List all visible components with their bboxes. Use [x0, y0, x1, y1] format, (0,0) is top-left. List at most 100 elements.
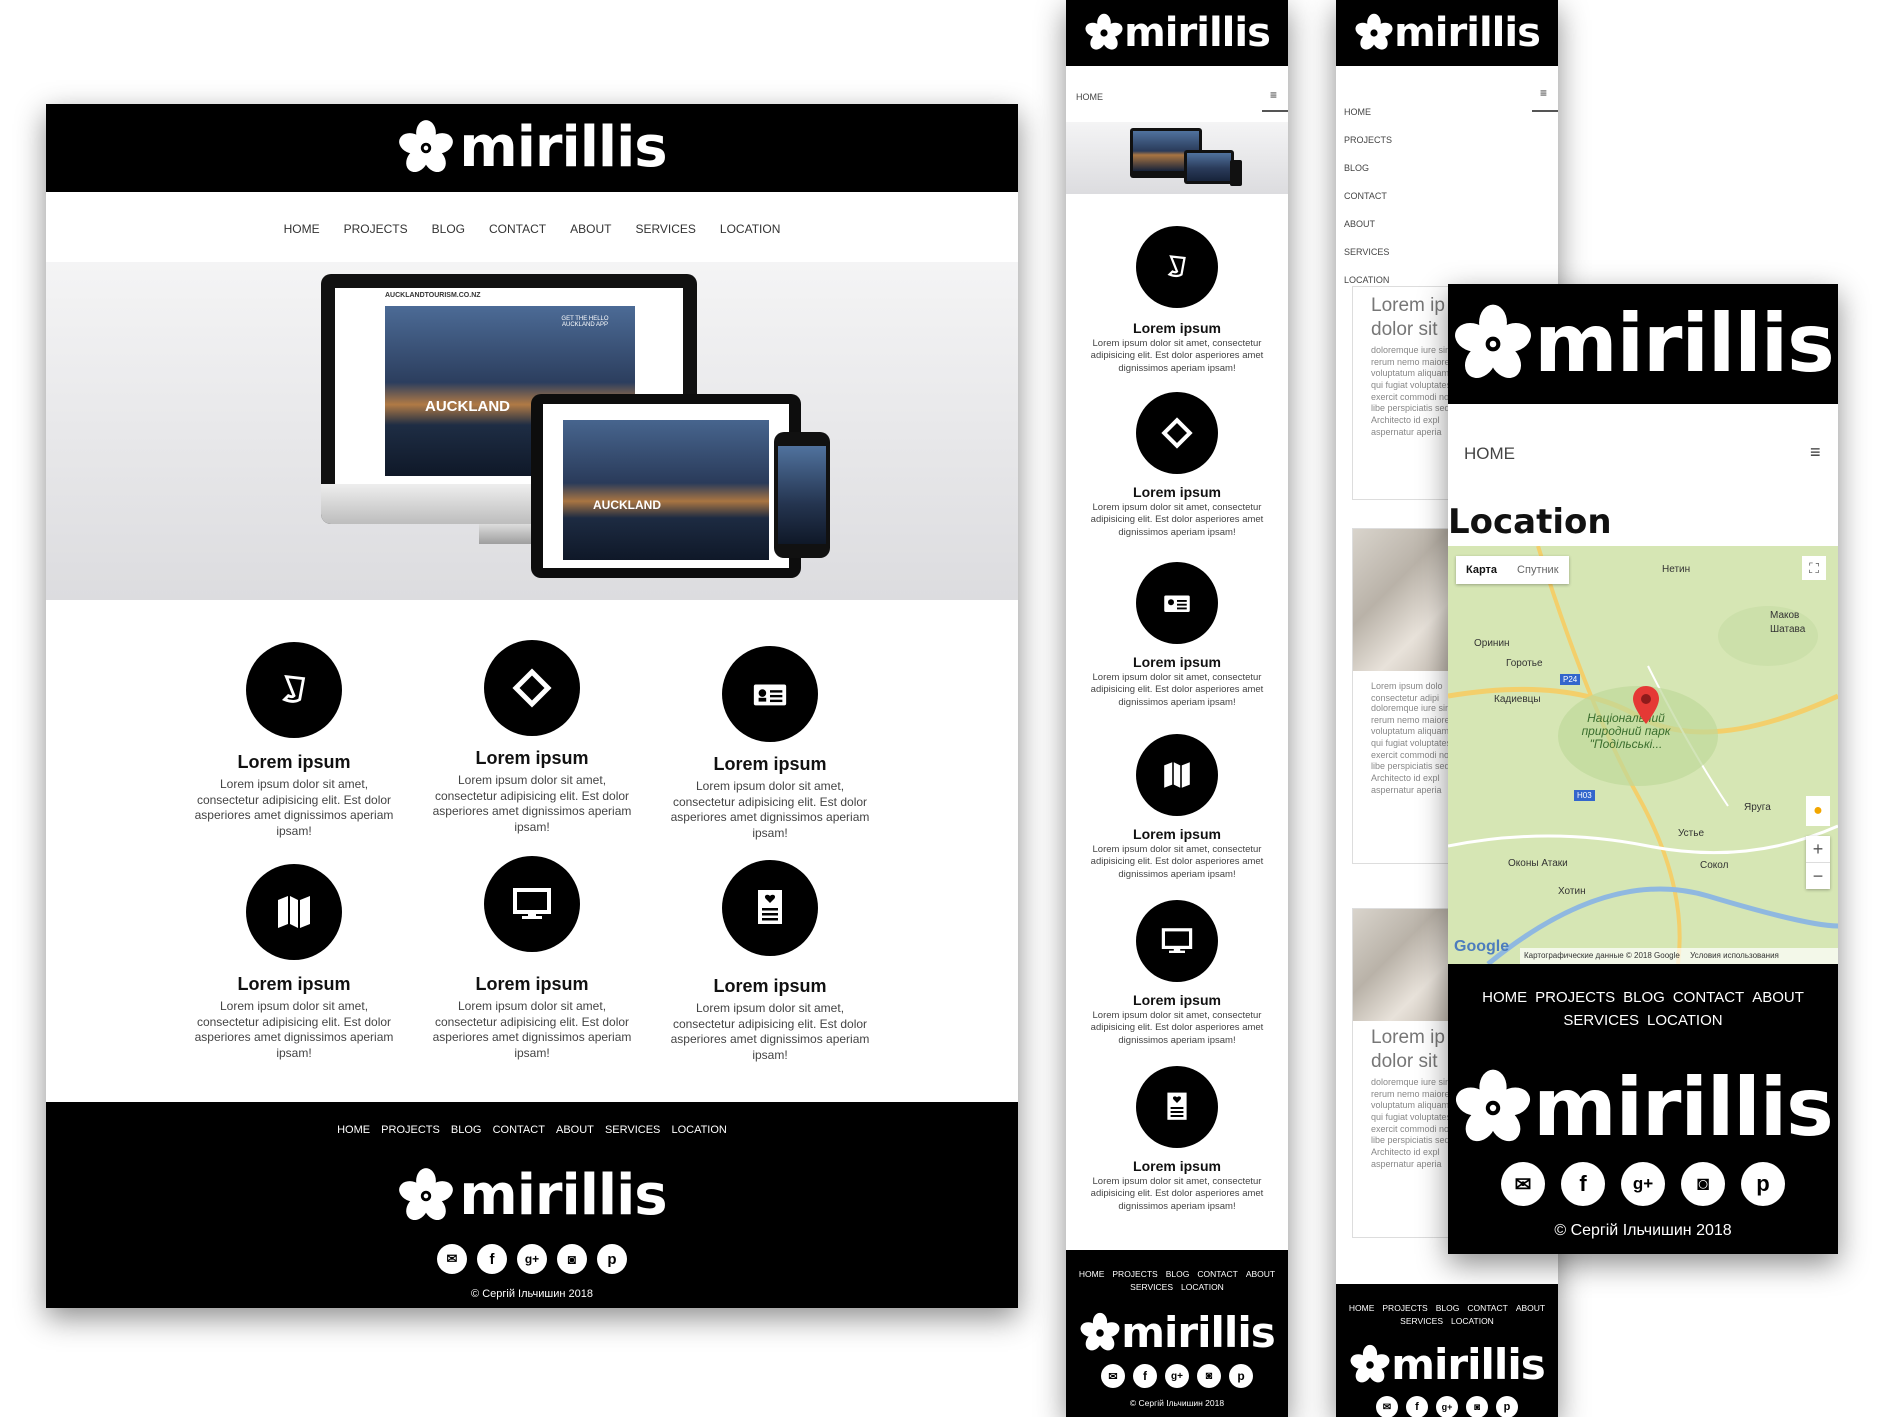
nav-location[interactable]: LOCATION [720, 222, 780, 236]
id-card-icon [1136, 562, 1218, 644]
menu-icon[interactable]: ≡ [1270, 88, 1277, 102]
pinterest-icon[interactable]: p [1496, 1396, 1518, 1417]
feature-card: Lorem ipsum Lorem ipsum dolor sit amet, … [432, 856, 632, 1061]
footer-nav-about[interactable]: ABOUT [1516, 1303, 1545, 1313]
footer-nav-home[interactable]: HOME [1349, 1303, 1375, 1313]
footer-nav-projects[interactable]: PROJECTS [1535, 989, 1615, 1006]
footer-nav-contact[interactable]: CONTACT [493, 1124, 545, 1136]
mail-icon[interactable]: ✉ [1376, 1396, 1398, 1417]
nav-services[interactable]: SERVICES [635, 222, 695, 236]
menu-item-contact[interactable]: CONTACT [1344, 182, 1392, 210]
facebook-icon[interactable]: f [477, 1244, 507, 1274]
nav-contact[interactable]: CONTACT [489, 222, 546, 236]
mail-icon[interactable]: ✉ [1501, 1162, 1545, 1206]
facebook-icon[interactable]: f [1561, 1162, 1605, 1206]
location-map[interactable]: Карта Спутник ⛶ Нетин Маков Шатава Орини… [1448, 546, 1838, 964]
footer-nav-blog[interactable]: BLOG [1436, 1303, 1460, 1313]
footer-nav-projects[interactable]: PROJECTS [1112, 1269, 1157, 1279]
nav-blog[interactable]: BLOG [432, 222, 465, 236]
footer-nav-services[interactable]: SERVICES [1563, 1012, 1639, 1029]
google-plus-icon[interactable]: g+ [517, 1244, 547, 1274]
footer-nav-projects[interactable]: PROJECTS [381, 1124, 440, 1136]
zoom-out-button[interactable]: − [1806, 862, 1830, 889]
google-plus-icon[interactable]: g+ [1436, 1396, 1458, 1417]
footer-nav-location[interactable]: LOCATION [1181, 1282, 1224, 1292]
footer-nav-contact[interactable]: CONTACT [1673, 989, 1744, 1006]
mobile2-logo[interactable]: mirillis [1336, 0, 1558, 66]
menu-item-home[interactable]: HOME [1344, 98, 1392, 126]
menu-icon[interactable]: ≡ [1810, 442, 1821, 463]
footer-nav-services[interactable]: SERVICES [1400, 1316, 1443, 1326]
blog-card-title: Lorem ip [1371, 295, 1445, 316]
footer-nav-location[interactable]: LOCATION [671, 1124, 726, 1136]
mail-icon[interactable]: ✉ [1101, 1364, 1125, 1388]
footer-nav-location[interactable]: LOCATION [1451, 1316, 1494, 1326]
mobile3-nav-current[interactable]: HOME [1464, 444, 1515, 464]
zoom-in-button[interactable]: + [1806, 836, 1830, 862]
map-pin-icon[interactable] [1633, 686, 1659, 724]
map-terms-link[interactable]: Условия использования [1690, 951, 1779, 960]
fullscreen-icon[interactable]: ⛶ [1802, 556, 1826, 580]
footer-nav-services[interactable]: SERVICES [605, 1124, 660, 1136]
document-icon [722, 860, 818, 956]
pinterest-icon[interactable]: p [1741, 1162, 1785, 1206]
zoom-control: + − [1806, 836, 1830, 889]
nav-projects[interactable]: PROJECTS [344, 222, 408, 236]
mobile1-header: mirillis [1066, 0, 1288, 66]
footer-nav-contact[interactable]: CONTACT [1467, 1303, 1507, 1313]
mobile3-logo[interactable]: mirillis [1448, 284, 1838, 404]
footer-nav-home[interactable]: HOME [1079, 1269, 1105, 1279]
nav-home[interactable]: HOME [284, 222, 320, 236]
google-plus-icon[interactable]: g+ [1621, 1162, 1665, 1206]
google-plus-icon[interactable]: g+ [1165, 1364, 1189, 1388]
footer-nav-home[interactable]: HOME [337, 1124, 370, 1136]
footer-nav-blog[interactable]: BLOG [1166, 1269, 1190, 1279]
map-tab-satellite[interactable]: Спутник [1507, 556, 1568, 584]
mail-icon[interactable]: ✉ [437, 1244, 467, 1274]
nav-about[interactable]: ABOUT [570, 222, 611, 236]
footer-logo[interactable]: mirillis [46, 1158, 1018, 1234]
footer-nav-about[interactable]: ABOUT [1752, 989, 1804, 1006]
footer-nav-contact[interactable]: CONTACT [1197, 1269, 1237, 1279]
instagram-icon[interactable]: ◙ [1466, 1396, 1488, 1417]
pegman-icon[interactable]: ● [1806, 796, 1830, 826]
pinterest-icon[interactable]: p [597, 1244, 627, 1274]
footer-nav-about[interactable]: ABOUT [556, 1124, 594, 1136]
map-label: Сокол [1700, 860, 1729, 871]
instagram-icon[interactable]: ◙ [1681, 1162, 1725, 1206]
menu-item-blog[interactable]: BLOG [1344, 154, 1392, 182]
footer-nav-about[interactable]: ABOUT [1246, 1269, 1275, 1279]
mobile1-logo[interactable]: mirillis [1066, 0, 1288, 66]
footer-nav-projects[interactable]: PROJECTS [1382, 1303, 1427, 1313]
feature-title: Lorem ipsum [237, 752, 351, 772]
flower-logo-icon [1085, 13, 1123, 50]
menu-item-projects[interactable]: PROJECTS [1344, 126, 1392, 154]
instagram-icon[interactable]: ◙ [557, 1244, 587, 1274]
mobile1-footer-logo[interactable]: mirillis [1066, 1306, 1288, 1360]
pinterest-icon[interactable]: p [1229, 1364, 1253, 1388]
desktop-logo[interactable]: mirillis [46, 104, 1018, 192]
road-badge: H03 [1574, 790, 1595, 801]
menu-item-services[interactable]: SERVICES [1344, 238, 1392, 266]
mobile1-nav-current[interactable]: HOME [1076, 92, 1103, 102]
instagram-icon[interactable]: ◙ [1197, 1364, 1221, 1388]
mobile1-logo-text: mirillis [1124, 10, 1271, 56]
facebook-icon[interactable]: f [1133, 1364, 1157, 1388]
footer-nav-blog[interactable]: BLOG [451, 1124, 482, 1136]
mobile3-footer-logo[interactable]: mirillis [1448, 1058, 1838, 1158]
feature-text: Lorem ipsum dolor sit amet, consectetur … [670, 779, 870, 840]
footer-nav-blog[interactable]: BLOG [1623, 989, 1665, 1006]
map-label: Оконы Атаки [1508, 858, 1568, 869]
feature-title: Lorem ipsum [713, 976, 827, 996]
feature-text: Lorem ipsum dolor sit amet, consectetur … [432, 999, 632, 1060]
map-tab-map[interactable]: Карта [1456, 556, 1507, 584]
menu-item-about[interactable]: ABOUT [1344, 210, 1392, 238]
footer-nav-services[interactable]: SERVICES [1130, 1282, 1173, 1292]
mobile2-footer-logo[interactable]: mirillis [1336, 1338, 1558, 1392]
facebook-icon[interactable]: f [1406, 1396, 1428, 1417]
menu-icon[interactable]: ≡ [1540, 86, 1547, 100]
map-attribution-text: Картографические данные © 2018 Google [1524, 951, 1680, 960]
footer-nav-home[interactable]: HOME [1482, 989, 1527, 1006]
blog-card-image [1353, 529, 1453, 671]
footer-nav-location[interactable]: LOCATION [1647, 1012, 1723, 1029]
